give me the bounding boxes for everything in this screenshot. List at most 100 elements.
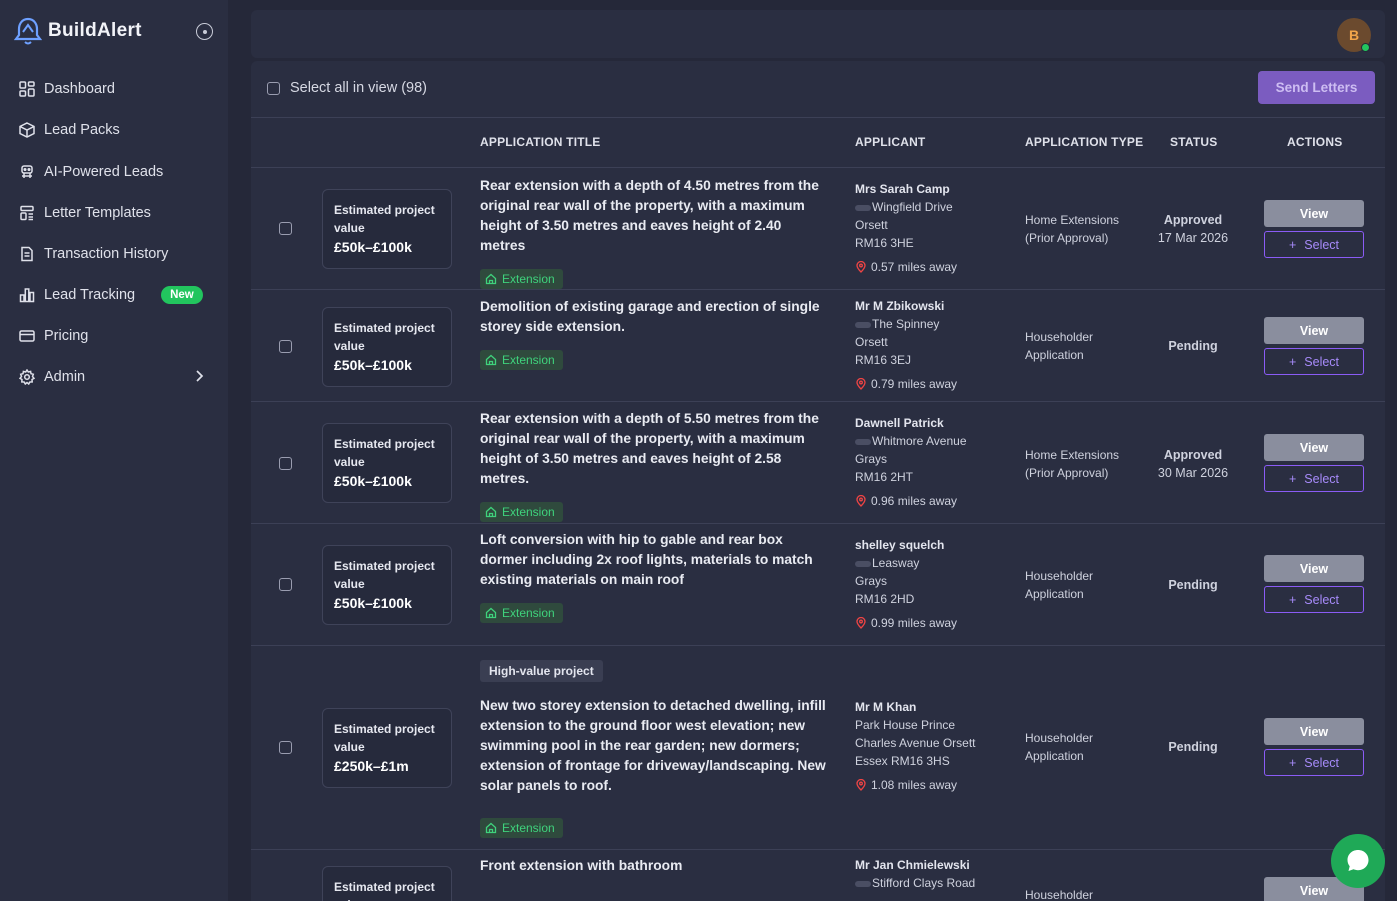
application-title[interactable]: Loft conversion with hip to gable and re… xyxy=(480,530,830,590)
sidebar-item-pricing[interactable]: Pricing xyxy=(10,318,218,354)
top-header xyxy=(251,10,1385,58)
home-icon xyxy=(485,354,497,366)
sidebar-item-admin[interactable]: Admin xyxy=(10,359,218,395)
status-cell: Pending xyxy=(1145,576,1241,594)
sidebar-collapse-button[interactable] xyxy=(196,23,213,40)
table-row: Estimated project value £50k–£100k Demol… xyxy=(251,290,1385,402)
distance: 0.57 miles away xyxy=(855,258,1015,276)
select-button-label: Select xyxy=(1304,755,1340,770)
map-pin-icon xyxy=(856,779,866,791)
distance-label: 0.96 miles away xyxy=(871,494,958,508)
sidebar-item-label: Dashboard xyxy=(44,81,115,97)
send-letters-button[interactable]: Send Letters xyxy=(1258,71,1375,104)
bell-logo-icon xyxy=(14,17,42,45)
estimated-value-label: Estimated project xyxy=(334,722,435,736)
column-header-title: APPLICATION TITLE xyxy=(480,135,601,149)
distance-label: 1.08 miles away xyxy=(871,778,958,792)
application-title[interactable]: Front extension with bathroom xyxy=(480,856,830,876)
application-type-cell: Home Extensions (Prior Approval) xyxy=(1025,446,1145,482)
status-badge: Pending xyxy=(1168,339,1218,353)
application-type: Householder xyxy=(1025,888,1094,901)
row-checkbox[interactable] xyxy=(279,340,292,353)
redacted-house-number xyxy=(855,560,871,567)
estimated-value-label: Estimated project xyxy=(334,559,435,573)
select-button[interactable]: + Select xyxy=(1264,231,1364,258)
applicant-address-line: Grays xyxy=(855,452,888,466)
view-button[interactable]: View xyxy=(1264,200,1364,227)
view-button[interactable]: View xyxy=(1264,317,1364,344)
new-badge: New xyxy=(161,286,203,304)
select-button[interactable]: + Select xyxy=(1264,586,1364,613)
applicant-address-line: RM16 3HE xyxy=(855,236,914,250)
applicant-name: Mr M Zbikowski xyxy=(855,299,945,313)
status-date: 17 Mar 2026 xyxy=(1157,231,1229,245)
chat-widget-button[interactable] xyxy=(1331,834,1385,888)
plus-icon: + xyxy=(1288,237,1297,252)
application-title[interactable]: Demolition of existing garage and erecti… xyxy=(480,297,830,337)
category-tag-label: Extension xyxy=(502,272,555,286)
applicant-address-line: Grays xyxy=(855,574,888,588)
application-title[interactable]: New two storey extension to detached dwe… xyxy=(480,696,830,796)
row-checkbox[interactable] xyxy=(279,457,292,470)
sidebar-item-label: Pricing xyxy=(44,328,89,344)
package-icon xyxy=(18,121,36,139)
sidebar-item-lead-packs[interactable]: Lead Packs xyxy=(10,112,218,148)
home-icon xyxy=(485,273,497,285)
sidebar-item-ai-powered-leads[interactable]: AI-Powered Leads xyxy=(10,154,218,190)
application-type: Householder xyxy=(1025,569,1094,583)
select-button[interactable]: + Select xyxy=(1264,465,1364,492)
select-all-control[interactable]: Select all in view (98) xyxy=(267,80,427,96)
applicant-cell: Mr Jan Chmielewski Stifford Clays Road xyxy=(855,856,1015,892)
application-title-cell: Loft conversion with hip to gable and re… xyxy=(480,530,830,624)
receipt-icon xyxy=(18,245,36,263)
sidebar-item-label: Lead Packs xyxy=(44,122,120,138)
column-header-status: STATUS xyxy=(1170,135,1218,149)
category-tag-label: Extension xyxy=(502,606,555,620)
application-type: Householder xyxy=(1025,330,1094,344)
table-row: Estimated project value £50k–£100k Rear … xyxy=(251,168,1385,290)
applicant-address-line: Stifford Clays Road xyxy=(872,876,976,890)
status-badge: Pending xyxy=(1168,740,1218,754)
applicant-address-line: Leasway xyxy=(872,556,920,570)
select-button[interactable]: + Select xyxy=(1264,348,1364,375)
app-logo[interactable]: BuildAlert xyxy=(14,16,142,46)
application-title[interactable]: Rear extension with a depth of 5.50 metr… xyxy=(480,409,830,489)
estimated-value-label: Estimated project xyxy=(334,880,435,894)
view-button[interactable]: View xyxy=(1264,434,1364,461)
application-type-cell: Householder xyxy=(1025,886,1145,901)
estimated-value-card: Estimated project value £50k–£100k xyxy=(322,307,452,387)
select-button[interactable]: + Select xyxy=(1264,749,1364,776)
applicant-name: Mr Jan Chmielewski xyxy=(855,858,970,872)
application-title[interactable]: Rear extension with a depth of 4.50 metr… xyxy=(480,176,830,256)
sidebar-item-label: Letter Templates xyxy=(44,205,151,221)
sidebar-item-dashboard[interactable]: Dashboard xyxy=(10,71,218,107)
estimated-value: £50k–£100k xyxy=(334,357,412,373)
sidebar-item-letter-templates[interactable]: Letter Templates xyxy=(10,195,218,231)
application-type: Householder xyxy=(1025,731,1094,745)
applications-panel: Select all in view (98) Send Letters APP… xyxy=(251,61,1385,901)
select-all-checkbox[interactable] xyxy=(267,81,280,95)
home-icon xyxy=(485,506,497,518)
row-checkbox[interactable] xyxy=(279,578,292,591)
applicant-name: Dawnell Patrick xyxy=(855,416,944,430)
actions-cell: View + Select xyxy=(1264,317,1364,375)
redacted-house-number xyxy=(855,204,871,211)
row-checkbox[interactable] xyxy=(279,222,292,235)
applicant-cell: Mrs Sarah Camp Wingfield Drive Orsett RM… xyxy=(855,180,1015,276)
row-checkbox[interactable] xyxy=(279,741,292,754)
distance-label: 0.57 miles away xyxy=(871,260,958,274)
applicant-name: Mr M Khan xyxy=(855,700,917,714)
sidebar-item-lead-tracking[interactable]: Lead Tracking New xyxy=(10,277,218,313)
view-button[interactable]: View xyxy=(1264,718,1364,745)
application-title-cell: Front extension with bathroom xyxy=(480,856,830,876)
map-pin-icon xyxy=(856,378,866,390)
status-badge: Approved xyxy=(1163,213,1223,227)
distance: 1.08 miles away xyxy=(855,776,1015,794)
sidebar-item-transaction-history[interactable]: Transaction History xyxy=(10,236,218,272)
estimated-value-card: Estimated project value £50k–£100k xyxy=(322,545,452,625)
sidebar-item-label: AI-Powered Leads xyxy=(44,164,164,180)
estimated-value-label: value xyxy=(334,455,365,469)
column-header-actions: ACTIONS xyxy=(1287,135,1343,149)
status-cell: Approved 17 Mar 2026 xyxy=(1145,211,1241,247)
view-button[interactable]: View xyxy=(1264,555,1364,582)
